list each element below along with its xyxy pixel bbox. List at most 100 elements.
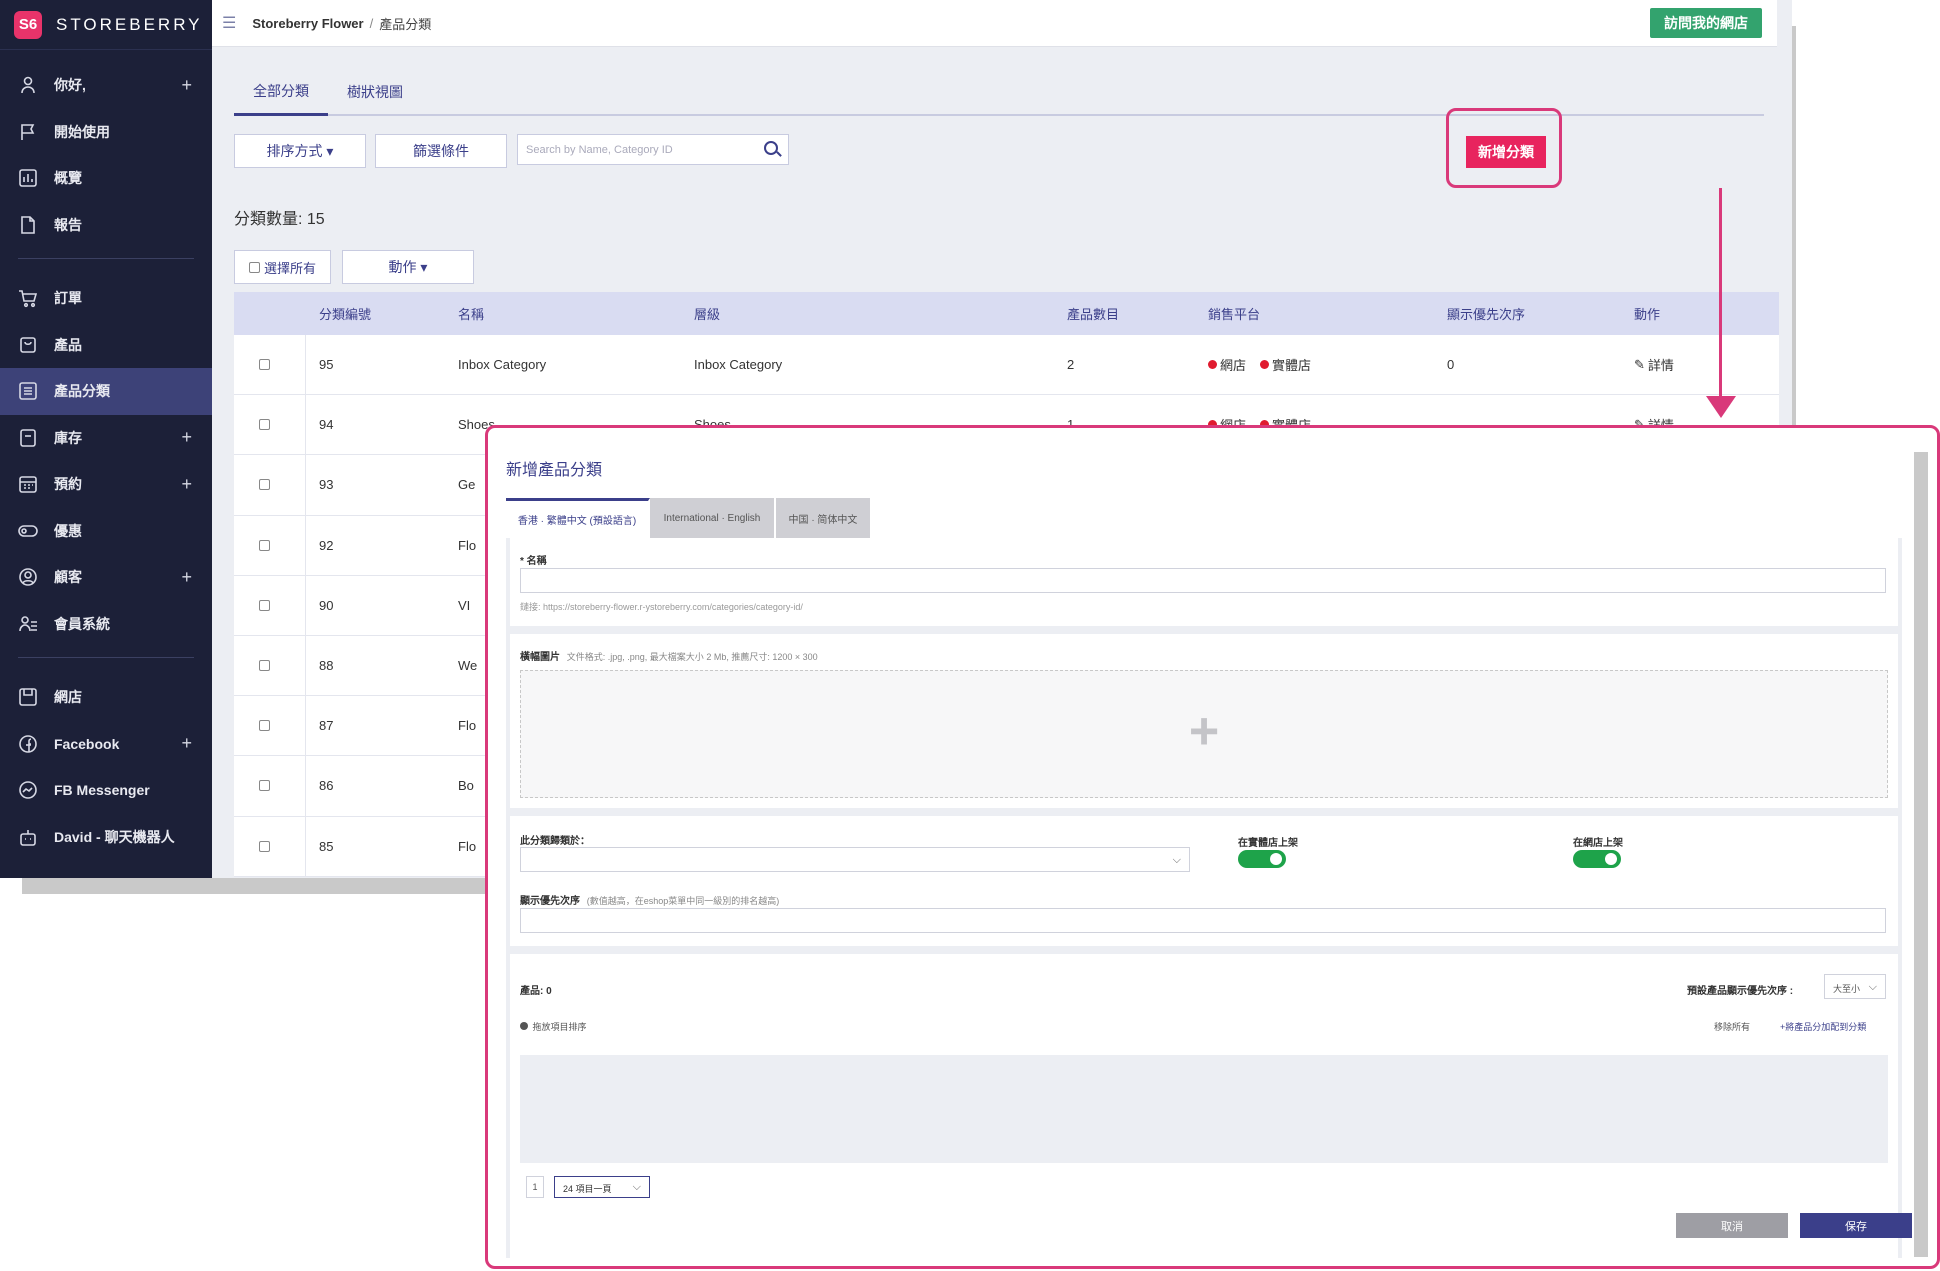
sidebar-item-booking[interactable]: 預約 + xyxy=(0,461,212,508)
sidebar-item-discounts[interactable]: 優惠 xyxy=(0,508,212,555)
select-all-button[interactable]: 選擇所有 xyxy=(234,250,331,284)
sidebar-item-inventory[interactable]: 庫存 + xyxy=(0,415,212,462)
cancel-button[interactable]: 取消 xyxy=(1676,1213,1788,1238)
sort-order-select[interactable]: 大至小 ⌵ xyxy=(1824,974,1886,999)
name-section: * 名稱 鏈接: https://storeberry-flower.r-yst… xyxy=(510,538,1898,626)
logo[interactable]: S6 STOREBERRY xyxy=(0,0,212,50)
table-row[interactable]: 95 Inbox Category Inbox Category 2 0 網店 實體店 ✎ 詳情 xyxy=(234,335,1779,396)
sidebar-item-customers[interactable]: 顧客 + xyxy=(0,554,212,601)
cell-platform: 網店 實體店 xyxy=(1208,335,1311,394)
tab-all-categories[interactable]: 全部分類 xyxy=(234,68,328,116)
cell-name: VI xyxy=(458,597,471,613)
parent-category-select[interactable]: ⌵ xyxy=(520,847,1190,872)
sidebar-item-label: FB Messenger xyxy=(54,782,150,799)
sidebar-item-label: 預約 xyxy=(54,476,82,493)
drag-hint-text: 拖放項目排序 xyxy=(532,1022,587,1032)
per-page-select[interactable]: 24 項目一頁 ⌵ xyxy=(554,1176,650,1198)
column-header-name[interactable]: 名稱 xyxy=(458,292,484,335)
save-button[interactable]: 保存 xyxy=(1800,1213,1912,1238)
sort-button[interactable]: 排序方式 ▾ xyxy=(234,134,366,168)
row-checkbox[interactable] xyxy=(259,359,270,371)
ticket-icon xyxy=(18,524,38,537)
sidebar-item-hello[interactable]: 你好, + xyxy=(0,62,212,109)
sidebar-item-categories[interactable]: 產品分類 xyxy=(0,368,212,415)
cell-id: 88 xyxy=(319,658,334,674)
column-header-level[interactable]: 層級 xyxy=(694,292,720,335)
sidebar-item-overview[interactable]: 概覽 xyxy=(0,155,212,202)
tab-lang-zh-hk[interactable]: 香港 · 繁體中文 (預設語言) xyxy=(506,498,650,538)
cell-name: Flo xyxy=(458,718,477,734)
row-checkbox[interactable] xyxy=(259,660,270,672)
row-checkbox[interactable] xyxy=(259,599,270,611)
sidebar-item-label: 庫存 xyxy=(54,429,82,446)
cell-id: 95 xyxy=(319,357,334,373)
parent-category-label: 此分類歸類於： xyxy=(520,836,590,847)
row-checkbox[interactable] xyxy=(259,419,270,431)
banner-upload-area[interactable]: + xyxy=(520,670,1888,798)
expand-icon[interactable]: + xyxy=(181,75,192,96)
tab-lang-en[interactable]: International · English xyxy=(650,498,776,538)
sidebar-item-label: 產品分類 xyxy=(54,383,110,400)
actions-button[interactable]: 動作 ▾ xyxy=(342,250,474,284)
tab-lang-zh-cn[interactable]: 中国 · 简体中文 xyxy=(776,498,872,538)
modal-title: 新增產品分類 xyxy=(506,462,603,479)
callout-arrowhead xyxy=(1706,396,1736,418)
topbar: ☰ Storeberry Flower / 產品分類 訪問我的網店 xyxy=(212,0,1777,47)
cell-name: Flo xyxy=(458,838,477,854)
drag-hint: 拖放項目排序 xyxy=(520,1020,587,1033)
name-input[interactable] xyxy=(520,568,1886,593)
select-all-checkbox[interactable] xyxy=(248,261,260,273)
breadcrumb-store[interactable]: Storeberry Flower xyxy=(252,16,363,31)
column-header-priority[interactable]: 顯示優先次序 xyxy=(1447,292,1525,335)
collapse-menu-icon[interactable]: ☰ xyxy=(222,13,236,33)
row-checkbox-cell xyxy=(259,696,270,755)
visit-store-button[interactable]: 訪問我的網店 xyxy=(1650,8,1762,38)
row-checkbox[interactable] xyxy=(259,840,270,852)
priority-input[interactable] xyxy=(520,908,1886,933)
sidebar-item-label: 你好, xyxy=(54,77,86,94)
sidebar-item-products[interactable]: 產品 xyxy=(0,322,212,369)
cell-id: 93 xyxy=(319,477,334,493)
sidebar-item-facebook[interactable]: Facebook + xyxy=(0,721,212,768)
row-checkbox[interactable] xyxy=(259,780,270,792)
divider xyxy=(18,258,194,259)
priority-hint: (數值越高，在eshop菜單中同一級別的排名越高) xyxy=(586,896,780,906)
expand-icon[interactable]: + xyxy=(181,474,192,495)
offline-store-toggle[interactable] xyxy=(1238,850,1286,868)
row-checkbox-cell xyxy=(259,636,270,695)
sidebar-item-reports[interactable]: 報告 xyxy=(0,202,212,249)
column-divider xyxy=(305,816,306,876)
sidebar-item-membership[interactable]: 會員系統 xyxy=(0,601,212,648)
banner-section: 橫幅圖片 文件格式: .jpg, .png, 最大檔案大小 2 Mb, 推薦尺寸… xyxy=(510,634,1898,808)
online-store-toggle[interactable] xyxy=(1573,850,1621,868)
row-checkbox[interactable] xyxy=(259,720,270,732)
cell-id: 92 xyxy=(319,537,334,553)
remove-all-link[interactable]: 移除所有 xyxy=(1714,1020,1750,1033)
add-products-link[interactable]: +將產品分加配到分類 xyxy=(1780,1020,1866,1033)
expand-icon[interactable]: + xyxy=(181,427,192,448)
sidebar-item-chatbot[interactable]: David - 聊天機器人 xyxy=(0,814,212,861)
details-link[interactable]: ✎詳情 xyxy=(1634,335,1674,394)
expand-icon[interactable]: + xyxy=(181,567,192,588)
info-icon xyxy=(520,1022,528,1030)
filter-button[interactable]: 篩選條件 xyxy=(375,134,507,168)
modal-shadow xyxy=(1914,452,1928,1257)
expand-icon[interactable]: + xyxy=(181,733,192,754)
priority-label-text: 顯示優先次序 xyxy=(520,896,580,907)
tab-tree-view[interactable]: 樹狀視圖 xyxy=(328,68,422,116)
sidebar-item-orders[interactable]: 訂單 xyxy=(0,275,212,322)
cell-id: 86 xyxy=(319,778,334,794)
search-icon[interactable] xyxy=(764,141,778,155)
row-checkbox[interactable] xyxy=(259,539,270,551)
column-header-platform[interactable]: 銷售平台 xyxy=(1208,292,1260,335)
column-header-products[interactable]: 產品數目 xyxy=(1067,292,1119,335)
product-drop-area[interactable] xyxy=(520,1055,1888,1163)
row-checkbox-cell xyxy=(259,395,270,454)
column-header-id[interactable]: 分類編號 xyxy=(319,292,371,335)
search-input[interactable]: Search by Name, Category ID xyxy=(517,134,789,165)
sidebar-item-getting-started[interactable]: 開始使用 xyxy=(0,109,212,156)
sidebar-item-online-store[interactable]: 網店 xyxy=(0,674,212,721)
page-number[interactable]: 1 xyxy=(526,1176,544,1198)
row-checkbox[interactable] xyxy=(259,479,270,491)
sidebar-item-messenger[interactable]: FB Messenger xyxy=(0,767,212,814)
